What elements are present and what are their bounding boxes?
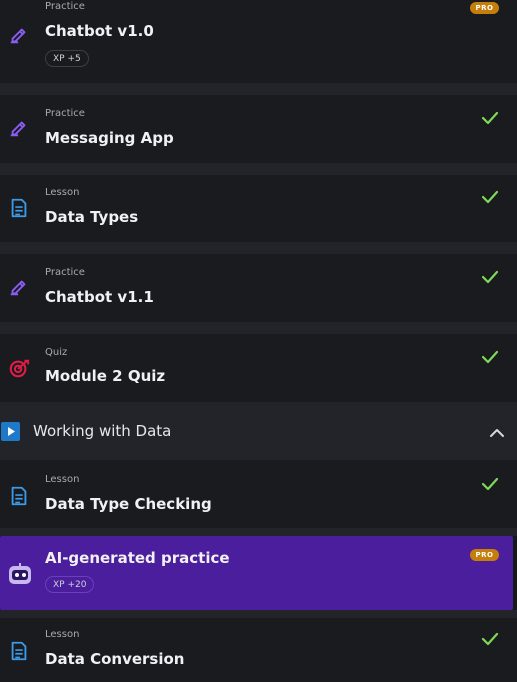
chevron-up-icon[interactable] <box>488 424 506 438</box>
divider <box>0 322 517 334</box>
xp-badge: XP +20 <box>45 576 95 593</box>
checkmark-icon <box>481 188 499 206</box>
divider <box>0 528 517 536</box>
pencil-icon <box>8 24 30 46</box>
checkmark-icon <box>481 630 499 648</box>
list-item-module-2-quiz[interactable]: Quiz Module 2 Quiz <box>0 334 517 402</box>
item-title: Chatbot v1.1 <box>45 288 154 306</box>
item-title: Data Type Checking <box>45 495 212 513</box>
target-icon <box>8 357 30 379</box>
item-title: AI-generated practice <box>45 549 230 567</box>
list-item-data-types[interactable]: Lesson Data Types <box>0 175 517 242</box>
list-item-chatbot-v1-0[interactable]: Practice Chatbot v1.0 XP +5 PRO <box>0 0 517 83</box>
play-icon <box>1 422 20 441</box>
divider <box>0 242 517 254</box>
divider <box>0 610 517 618</box>
item-kind: Practice <box>45 1 85 12</box>
section-header-working-with-data[interactable]: Working with Data <box>0 402 517 460</box>
checkmark-icon <box>481 109 499 127</box>
pro-badge: PRO <box>470 549 499 561</box>
section-title: Working with Data <box>33 422 172 440</box>
item-title: Data Conversion <box>45 650 185 668</box>
item-kind: Lesson <box>45 629 80 640</box>
checkmark-icon <box>481 475 499 493</box>
xp-badge: XP +5 <box>45 50 89 67</box>
pencil-icon <box>8 117 30 139</box>
item-kind: Practice <box>45 267 85 278</box>
item-title: Messaging App <box>45 129 174 147</box>
divider <box>0 83 517 95</box>
document-icon <box>8 485 30 507</box>
item-title: Data Types <box>45 208 139 226</box>
list-item-data-conversion[interactable]: Lesson Data Conversion <box>0 618 517 682</box>
list-item-chatbot-v1-1[interactable]: Practice Chatbot v1.1 <box>0 254 517 322</box>
item-kind: Quiz <box>45 347 68 358</box>
document-icon <box>8 197 30 219</box>
item-kind: Lesson <box>45 187 80 198</box>
list-item-ai-generated-practice[interactable]: AI-generated practice XP +20 PRO <box>0 536 513 610</box>
list-item-data-type-checking[interactable]: Lesson Data Type Checking <box>0 460 517 528</box>
document-icon <box>8 640 30 662</box>
list-item-messaging-app[interactable]: Practice Messaging App <box>0 95 517 163</box>
divider <box>0 163 517 175</box>
item-kind: Practice <box>45 108 85 119</box>
item-title: Chatbot v1.0 <box>45 22 154 40</box>
pro-badge: PRO <box>470 2 499 14</box>
checkmark-icon <box>481 268 499 286</box>
item-title: Module 2 Quiz <box>45 367 166 385</box>
pencil-icon <box>8 276 30 298</box>
checkmark-icon <box>481 348 499 366</box>
robot-icon <box>7 562 33 586</box>
item-kind: Lesson <box>45 474 80 485</box>
